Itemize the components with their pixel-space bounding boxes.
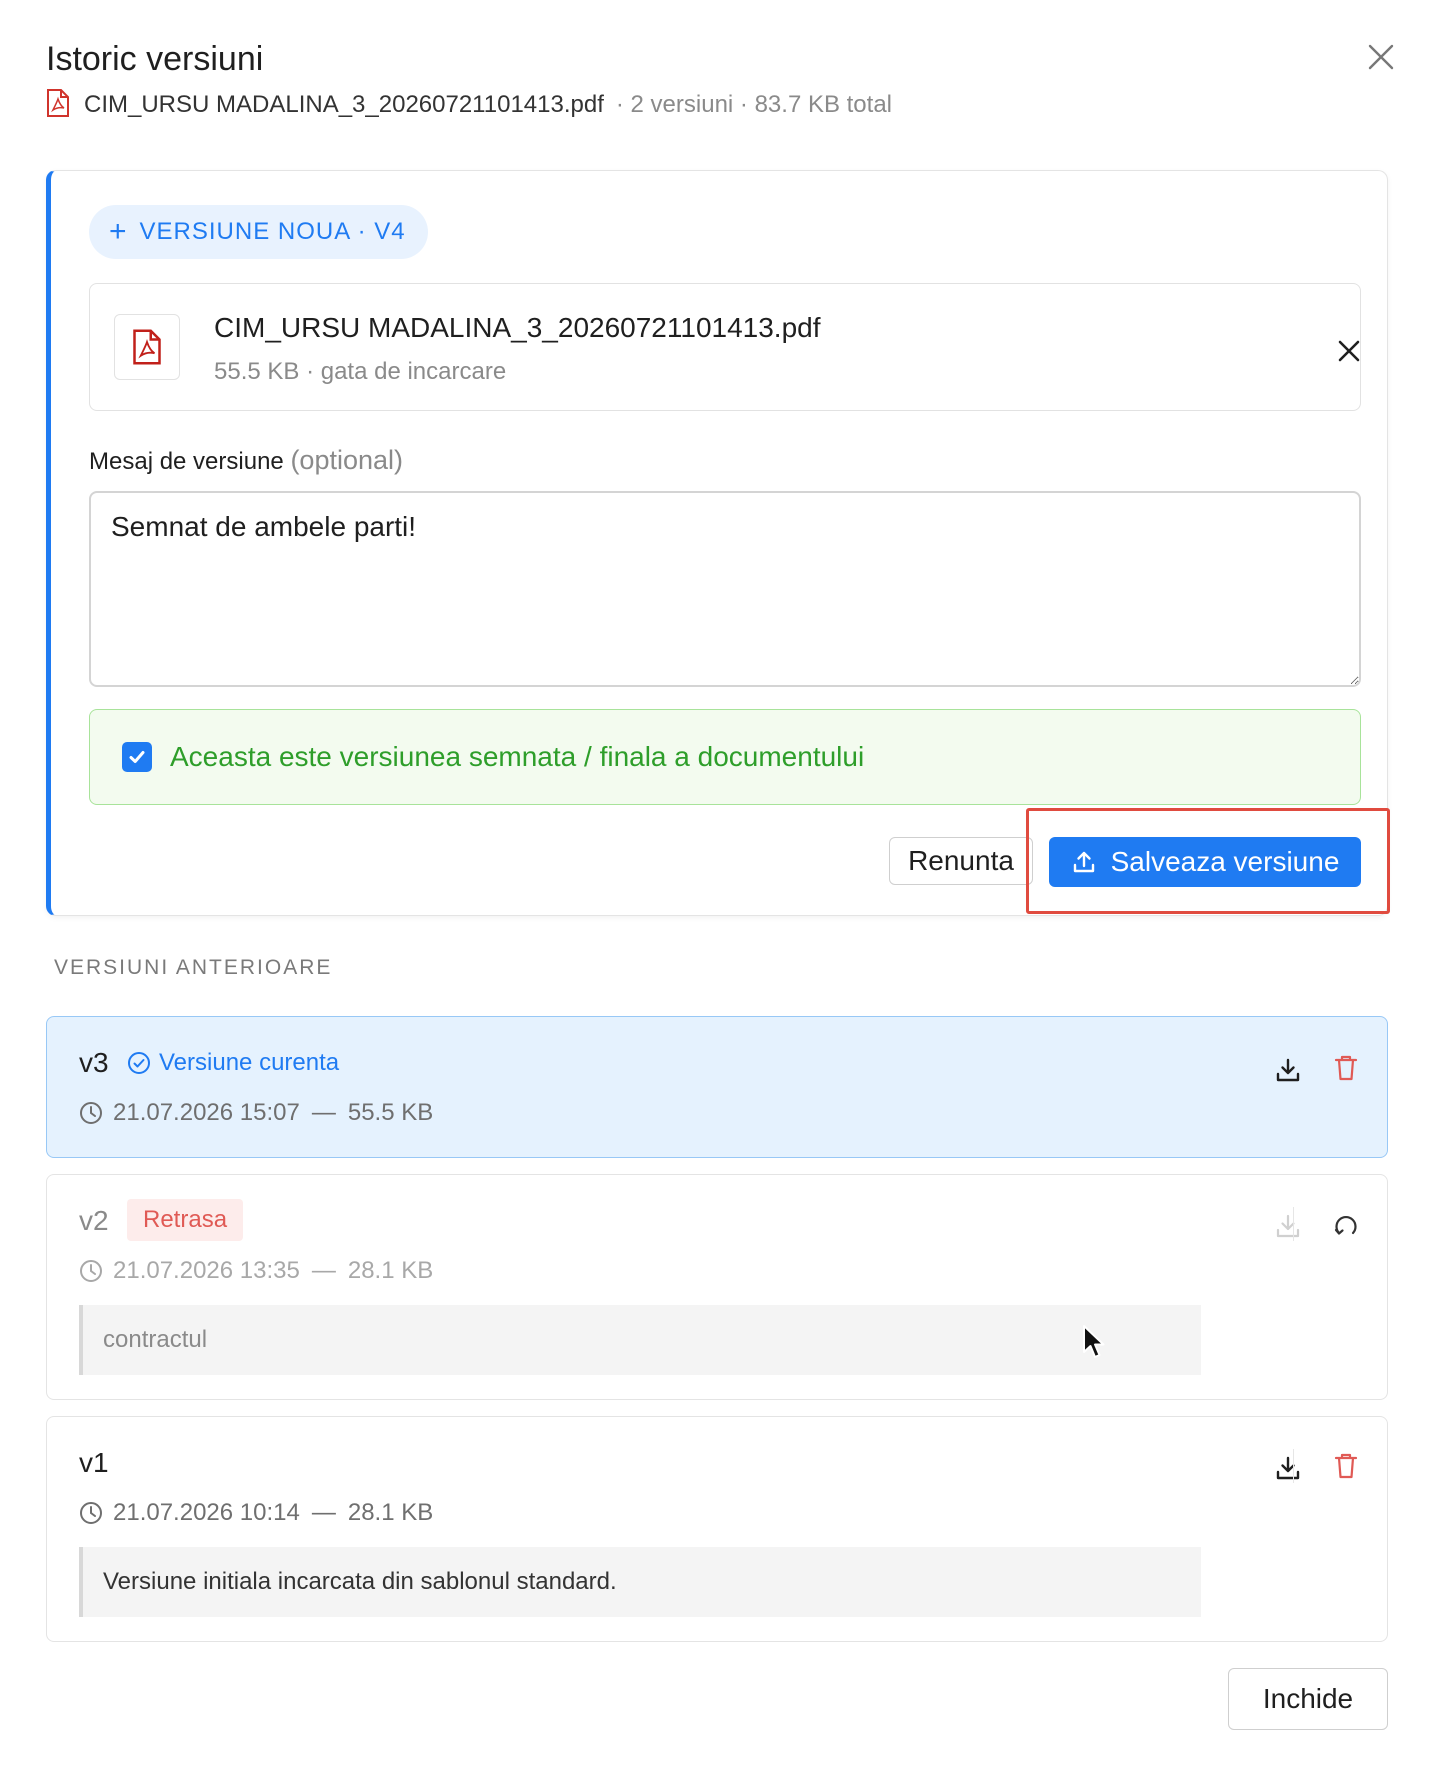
clock-icon	[80, 1502, 102, 1524]
clock-icon	[80, 1102, 102, 1124]
dialog-title: Istoric versiuni	[46, 40, 264, 78]
optional-hint: (optional)	[290, 445, 403, 475]
new-version-label: VERSIUNE NOUA · V4	[139, 218, 406, 245]
action-divider	[1293, 1207, 1294, 1241]
selected-file-name: CIM_URSU MADALINA_3_20260721101413.pdf	[214, 312, 821, 343]
selected-file: CIM_URSU MADALINA_3_20260721101413.pdf 5…	[89, 283, 1361, 411]
save-version-label: Salveaza versiune	[1110, 846, 1340, 877]
checkmark-icon	[129, 751, 145, 763]
upload-icon	[1073, 851, 1094, 873]
save-version-button[interactable]: Salveaza versiune	[1049, 837, 1361, 887]
pdf-file-icon	[114, 314, 180, 380]
version-meta: 21.07.2026 15:07 — 55.5 KB	[79, 1099, 433, 1127]
new-version-card: + VERSIUNE NOUA · V4 CIM_URSU MADALINA_3…	[46, 170, 1388, 916]
download-icon	[1273, 1211, 1303, 1241]
version-date: 21.07.2026 13:35	[113, 1257, 300, 1284]
action-divider	[1293, 1449, 1294, 1483]
version-label: v3	[79, 1047, 109, 1078]
final-version-checkbox[interactable]	[122, 742, 152, 772]
version-size: 55.5 KB	[347, 1099, 434, 1126]
selected-file-status: 55.5 KB · gata de incarcare	[214, 358, 507, 385]
clock-icon	[80, 1260, 102, 1282]
download-icon[interactable]	[1273, 1453, 1303, 1483]
final-version-label: Aceasta este versiunea semnata / finala …	[170, 741, 865, 772]
backdrop: Istoric versiuni CIM_URSU MADALINA_3_202…	[0, 0, 1434, 1770]
plus-icon: +	[109, 215, 128, 248]
new-version-pill: + VERSIUNE NOUA · V4	[89, 205, 428, 259]
final-version-option[interactable]: Aceasta este versiunea semnata / finala …	[89, 709, 1361, 805]
download-icon[interactable]	[1273, 1055, 1303, 1085]
mouse-cursor-icon	[1082, 1324, 1106, 1365]
version-size: 28.1 KB	[347, 1499, 434, 1526]
cancel-button[interactable]: Renunta	[889, 837, 1033, 885]
version-label: v1	[79, 1447, 109, 1478]
version-label: v2	[79, 1205, 109, 1236]
version-size: 28.1 KB	[347, 1257, 434, 1284]
version-note: contractul	[79, 1305, 1201, 1375]
version-meta: 21.07.2026 10:14 — 28.1 KB	[79, 1499, 433, 1527]
trash-icon[interactable]	[1331, 1053, 1361, 1083]
current-version-badge: Versiune curenta	[127, 1049, 339, 1077]
check-circle-icon	[128, 1052, 150, 1074]
previous-versions-heading: VERSIUNI ANTERIOARE	[54, 956, 333, 979]
version-date: 21.07.2026 10:14	[113, 1499, 300, 1526]
remove-file-icon[interactable]	[1336, 338, 1362, 364]
close-icon[interactable]	[1366, 42, 1396, 72]
file-name: CIM_URSU MADALINA_3_20260721101413.pdf	[84, 91, 604, 118]
file-versions-summary: · 2 versiuni · 83.7 KB total	[615, 91, 893, 118]
version-date: 21.07.2026 15:07	[113, 1099, 300, 1126]
version-card-v3: v3 Versiune curenta 21.07.2026 15:07 — 5…	[46, 1016, 1388, 1158]
restore-icon[interactable]	[1331, 1211, 1361, 1241]
message-label: Mesaj de versiune (optional)	[89, 445, 403, 475]
version-history-dialog: Istoric versiuni CIM_URSU MADALINA_3_202…	[0, 0, 1434, 1770]
trash-icon[interactable]	[1331, 1451, 1361, 1481]
file-summary: CIM_URSU MADALINA_3_20260721101413.pdf ·…	[46, 88, 892, 122]
version-card-v2: v2 Retrasa 21.07.2026 13:35 — 28.1 KB co…	[46, 1174, 1388, 1400]
pdf-file-icon	[46, 88, 70, 122]
retracted-badge: Retrasa	[127, 1199, 244, 1241]
version-meta: 21.07.2026 13:35 — 28.1 KB	[79, 1257, 433, 1285]
close-button[interactable]: Inchide	[1228, 1668, 1388, 1730]
version-card-v1: v1 21.07.2026 10:14 — 28.1 KB Versiune i…	[46, 1416, 1388, 1642]
version-message-textarea[interactable]: Semnat de ambele parti!	[89, 491, 1361, 687]
version-note: Versiune initiala incarcata din sablonul…	[79, 1547, 1201, 1617]
